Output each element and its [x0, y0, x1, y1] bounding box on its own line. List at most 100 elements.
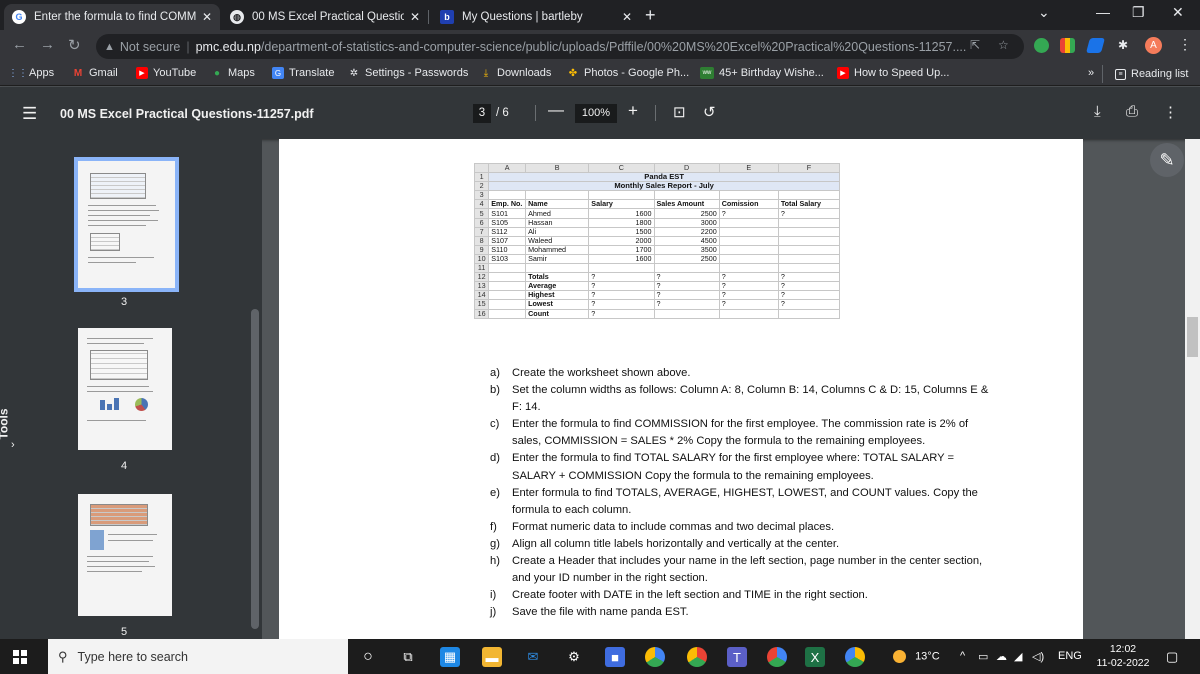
bookmark-settings-passwords[interactable]: ✲ Settings - Passwords [348, 67, 469, 79]
teams-icon[interactable]: T [727, 647, 747, 667]
instruction-text: Enter the formula to find TOTAL SALARY f… [512, 452, 955, 482]
sheet-cell: Ali [525, 226, 590, 237]
thumbnail-sidebar: Tools › 3 4 5 [0, 139, 262, 639]
bookmark-youtube[interactable]: ▶ YouTube [136, 67, 196, 79]
sheet-cell: Samir [525, 253, 590, 265]
chrome-other-icon[interactable] [845, 647, 865, 667]
weather-widget[interactable]: 13°C [893, 650, 940, 663]
instruction-text: Save the file with name panda EST. [512, 606, 689, 619]
page-scrollbar[interactable] [1185, 139, 1200, 639]
download-icon[interactable]: ⤓ [1094, 103, 1101, 120]
back-icon[interactable]: ← [12, 36, 27, 53]
language-indicator[interactable]: ENG [1058, 650, 1082, 662]
close-icon[interactable]: ✕ [622, 10, 632, 24]
bookmark-apps[interactable]: ⋮⋮ Apps [8, 67, 54, 79]
thumbnail-line [87, 215, 150, 216]
mail-icon[interactable]: ✉ [523, 647, 543, 667]
instruction-text: Create a Header that includes your name … [512, 555, 983, 585]
extension-pen-icon[interactable] [1085, 38, 1106, 53]
onedrive-icon[interactable]: ☁ [996, 650, 1007, 663]
instruction-item: a) Create the worksheet shown above. [490, 365, 1000, 382]
zoom-app-icon[interactable]: ■ [605, 647, 625, 667]
zoom-out-icon[interactable]: — [548, 102, 564, 120]
bookmark-gmail[interactable]: M Gmail [72, 67, 118, 79]
menu-kebab-icon[interactable]: ⋮ [1178, 36, 1192, 53]
thumbnail-page-4[interactable] [78, 328, 172, 450]
settings-gear-icon[interactable]: ⚙ [564, 647, 584, 667]
extension-green-icon[interactable] [1034, 38, 1049, 53]
bookmark-downloads[interactable]: ⤓ Downloads [480, 67, 552, 79]
extensions-puzzle-icon[interactable]: ✱ [1118, 38, 1128, 52]
file-explorer-icon[interactable]: ▬ [482, 647, 502, 667]
sheet-cell [488, 299, 527, 310]
annotation-pen-icon[interactable]: ✎ [1150, 143, 1184, 177]
wifi-icon[interactable]: ◢ [1014, 650, 1022, 663]
minimize-icon[interactable]: — [1096, 4, 1110, 20]
cortana-icon[interactable]: ○ [358, 647, 378, 667]
task-view-icon[interactable]: ⧉ [398, 647, 418, 667]
profile-avatar[interactable]: A [1145, 37, 1162, 54]
pdf-title: 00 MS Excel Practical Questions-11257.pd… [60, 107, 314, 121]
bookmarks-overflow-icon[interactable]: » [1088, 67, 1094, 79]
sheet-cell: 2200 [653, 226, 720, 237]
bookmark-speed-up[interactable]: ▶ How to Speed Up... [837, 67, 949, 79]
chrome-alt-icon[interactable] [767, 647, 787, 667]
bookmark-photos[interactable]: ✤ Photos - Google Ph... [567, 67, 689, 79]
sheet-cell: ? [588, 290, 655, 301]
sheet-cell [718, 263, 779, 274]
forward-icon[interactable]: → [40, 36, 55, 53]
sheet-cell [777, 263, 841, 274]
chrome-icon[interactable] [645, 647, 665, 667]
zoom-in-icon[interactable]: + [628, 101, 638, 121]
tab-search-chevron-icon[interactable]: ⌄ [1038, 4, 1050, 21]
sheet-cell: 3500 [653, 244, 720, 255]
volume-icon[interactable]: ◁) [1032, 650, 1044, 663]
close-icon[interactable]: ✕ [202, 10, 212, 24]
site-icon: ww [700, 67, 714, 79]
sidebar-scroll-thumb[interactable] [251, 309, 259, 629]
page-scroll-thumb[interactable] [1187, 317, 1198, 357]
window-close-icon[interactable]: ✕ [1172, 4, 1184, 21]
taskbar-search-box[interactable]: ⚲ Type here to search [48, 639, 348, 674]
thumbnail-line [87, 257, 154, 258]
restore-icon[interactable]: ❐ [1132, 4, 1145, 21]
new-tab-icon[interactable]: + [645, 5, 656, 26]
reading-list-button[interactable]: ≡ Reading list [1102, 65, 1188, 83]
windows-start-icon[interactable] [13, 650, 27, 664]
battery-icon[interactable]: ▭ [978, 650, 988, 663]
row-number: 9 [473, 244, 490, 255]
rotate-icon[interactable]: ↺ [703, 103, 716, 121]
bookmark-maps[interactable]: ● Maps [211, 67, 255, 79]
tab-bartleby[interactable]: b My Questions | bartleby ✕ [432, 4, 640, 30]
thumbnail-line [87, 391, 154, 392]
extension-colorful-icon[interactable] [1060, 38, 1075, 53]
menu-hamburger-icon[interactable]: ☰ [22, 104, 37, 124]
thumbnail-page-3[interactable] [74, 157, 179, 292]
tray-chevron-up-icon[interactable]: ^ [960, 650, 965, 662]
address-bar[interactable]: ▲ Not secure | pmc.edu.np /department-of… [96, 34, 1024, 59]
page-number-input[interactable]: 3 [473, 104, 491, 123]
bookmark-star-icon[interactable]: ☆ [998, 38, 1009, 52]
close-icon[interactable]: ✕ [410, 10, 420, 24]
zoom-input[interactable]: 100% [575, 104, 617, 123]
tab-pdf[interactable]: ◍ 00 MS Excel Practical Questions- ✕ [222, 4, 428, 30]
bookmark-birthday[interactable]: ww 45+ Birthday Wishe... [700, 67, 824, 79]
share-icon[interactable]: ⇱ [970, 38, 980, 52]
thumbnail-page-5[interactable] [78, 494, 172, 616]
tab-active[interactable]: G Enter the formula to find COMMI ✕ [4, 4, 220, 30]
youtube-icon: ▶ [837, 67, 849, 79]
bookmark-translate[interactable]: G Translate [272, 67, 334, 79]
chrome-profile-icon[interactable] [687, 647, 707, 667]
row-number: 6 [473, 217, 490, 228]
calculator-icon[interactable]: ▦ [440, 647, 460, 667]
sidebar-scrollbar[interactable] [249, 139, 262, 639]
print-icon[interactable]: ⎙ [1126, 103, 1138, 120]
fit-page-icon[interactable]: ⊡ [673, 103, 686, 121]
reload-icon[interactable]: ↻ [68, 36, 81, 54]
taskbar-clock[interactable]: 12:02 11-02-2022 [1093, 642, 1153, 670]
sheet-header-cell: Sales Amount [653, 199, 720, 210]
more-options-icon[interactable]: ⋮ [1163, 103, 1178, 121]
notification-icon[interactable]: ▢ [1166, 649, 1178, 665]
excel-icon[interactable]: X [805, 647, 825, 667]
tools-tab[interactable]: Tools › [0, 387, 26, 477]
